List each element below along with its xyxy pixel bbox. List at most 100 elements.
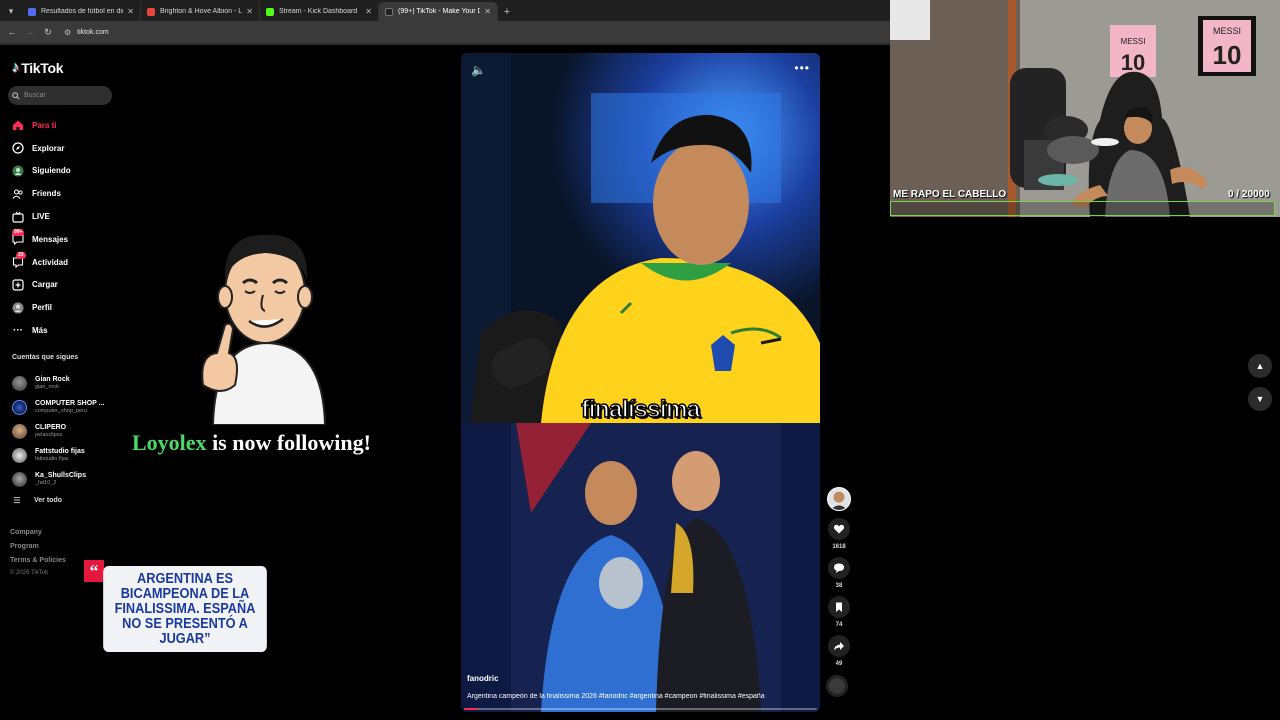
tab-close-icon[interactable]: ✕ <box>484 7 491 16</box>
chevron-down-icon[interactable]: ▼ <box>1248 387 1272 411</box>
volume-icon[interactable]: 🔈 <box>471 63 486 77</box>
nav-item-actividad[interactable]: 33 Actividad <box>12 251 122 274</box>
browser-tab[interactable]: Resultados de fútbol en directo ✕ <box>22 2 141 21</box>
nav-label: LIVE <box>32 212 50 222</box>
forward-icon[interactable]: → <box>22 24 38 40</box>
browser-tab[interactable]: Brighton & Hove Albion - Liverpool ✕ <box>141 2 260 21</box>
avatar <box>12 399 27 415</box>
following-item[interactable]: COMPUTER SHOP ... computer_shop_peru <box>12 395 122 419</box>
nav-item-siguiendo[interactable]: Siguiendo <box>12 160 122 183</box>
footer-link-program[interactable]: Program <box>10 542 66 556</box>
following-name: Ka_ShullsClips <box>35 471 86 479</box>
chevron-up-icon[interactable]: ▲ <box>1248 354 1272 378</box>
share-action[interactable]: 49 <box>826 635 852 667</box>
like-count: 1618 <box>832 544 846 550</box>
following-handle: computer_shop_peru <box>35 407 87 414</box>
video-top-frame <box>461 53 820 423</box>
following-list: Gian Rock gian_rock COMPUTER SHOP ... comp… <box>12 371 122 491</box>
video-progress-bar[interactable] <box>464 708 817 710</box>
creator-avatar[interactable] <box>827 487 851 511</box>
following-item[interactable]: Gian Rock gian_rock <box>12 371 122 395</box>
tab-title: Brighton & Hove Albion - Liverpool <box>160 8 243 15</box>
tab-favicon-icon <box>147 7 155 16</box>
activity-badge: 33 <box>16 251 26 259</box>
music-disc-icon[interactable] <box>826 675 848 697</box>
nav-item-mensajes[interactable]: 99+ Mensajes <box>12 228 122 251</box>
browser-tab-bar: ▾ Resultados de fútbol en directo ✕ Brig… <box>0 0 890 21</box>
search-input[interactable] <box>24 92 104 99</box>
cartoon-mascot-illustration <box>201 234 327 425</box>
tab-favicon-icon <box>385 7 393 16</box>
nav-item-perfil[interactable]: Perfil <box>12 296 122 319</box>
logo-text: TikTok <box>21 59 64 76</box>
following-item[interactable]: Ka_ShullsClips _fat10_2 <box>12 467 122 491</box>
following-item[interactable]: CLIPERO pelaoclipss <box>12 419 122 443</box>
tiktok-logo[interactable]: ♪ TikTok <box>12 59 64 76</box>
following-item[interactable]: Fattstudio fijas fattstudio.fijas <box>12 443 122 467</box>
comment-action[interactable]: 38 <box>826 557 852 589</box>
like-action[interactable]: 1618 <box>826 518 852 550</box>
video-bottom-frame <box>461 423 820 712</box>
video-caption: finalíssima <box>580 395 701 424</box>
svg-text:MESSI: MESSI <box>1121 37 1146 46</box>
compass-icon <box>12 142 24 154</box>
nav-item-live[interactable]: LIVE <box>12 205 122 228</box>
upload-icon <box>12 279 24 291</box>
tab-title: Resultados de fútbol en directo <box>41 8 124 15</box>
save-count: 74 <box>835 622 843 628</box>
back-icon[interactable]: ← <box>4 24 20 40</box>
new-tab-button[interactable]: + <box>498 3 516 21</box>
chrome-divider <box>0 43 890 45</box>
list-icon: ☰ <box>13 495 21 505</box>
heart-icon[interactable] <box>828 518 850 540</box>
avatar <box>12 375 27 391</box>
comment-icon[interactable] <box>828 557 850 579</box>
tab-close-icon[interactable]: ✕ <box>127 7 134 16</box>
copyright: © 2026 TikTok <box>10 570 49 576</box>
profile-icon <box>12 302 24 314</box>
site-info-icon[interactable]: ⚙ <box>64 28 71 37</box>
following-icon <box>12 165 24 177</box>
webcam-feed: MESSI 10 MESSI 10 <box>890 0 1280 217</box>
following-name: COMPUTER SHOP ... <box>35 399 105 407</box>
share-count: 49 <box>835 661 843 667</box>
svg-text:10: 10 <box>1213 40 1242 70</box>
following-name: CLIPERO <box>35 423 67 431</box>
browser-tab-active[interactable]: (99+) TikTok - Make Your Day ✕ <box>379 2 498 21</box>
nav-item-para-ti[interactable]: Para ti <box>12 114 122 137</box>
video-author[interactable]: fanodric <box>467 674 499 683</box>
address-bar: ← → ↻ ⚙ tiktok.com <box>0 21 890 43</box>
nav-item-mas[interactable]: ··· Más <box>12 319 122 342</box>
share-icon[interactable] <box>828 635 850 657</box>
tab-close-icon[interactable]: ✕ <box>365 7 372 16</box>
following-name: Fattstudio fijas <box>35 447 85 455</box>
browser-tab[interactable]: Stream - Kick Dashboard ✕ <box>260 2 379 21</box>
video-progress-fill <box>464 708 479 710</box>
url-text: tiktok.com <box>77 28 109 36</box>
search-box[interactable] <box>8 86 112 105</box>
tab-search-button[interactable]: ▾ <box>2 2 20 20</box>
nav-item-explorar[interactable]: Explorar <box>12 137 122 160</box>
bookmark-icon[interactable] <box>828 596 850 618</box>
save-action[interactable]: 74 <box>826 596 852 628</box>
footer-link-terms[interactable]: Terms & Policies <box>10 556 66 570</box>
tab-close-icon[interactable]: ✕ <box>246 7 253 16</box>
nav-label: Más <box>32 326 48 336</box>
video-actions: 1618 38 74 49 <box>826 487 852 697</box>
goal-label: ME RAPO EL CABELLO <box>893 189 1007 200</box>
following-handle: _fat10_2 <box>35 479 57 486</box>
goal-progress-bar <box>890 201 1275 216</box>
following-handle: fattstudio.fijas <box>35 455 69 462</box>
video-player[interactable]: finalíssima 🔈 ••• fanodric Argentina cam… <box>461 53 820 712</box>
quote-card: ARGENTINA ES BICAMPEONA DE LA FINALISSIM… <box>103 566 267 652</box>
footer-link-company[interactable]: Company <box>10 528 66 542</box>
url-field[interactable]: ⚙ tiktok.com <box>64 24 109 40</box>
see-all-button[interactable]: ☰ Ver todo <box>12 494 62 506</box>
reload-icon[interactable]: ↻ <box>40 24 56 40</box>
more-options-icon[interactable]: ••• <box>794 61 810 75</box>
home-icon <box>12 119 24 131</box>
nav-item-cargar[interactable]: Cargar <box>12 274 122 297</box>
following-handle: pelaoclipss <box>35 431 63 438</box>
nav-item-friends[interactable]: Friends <box>12 182 122 205</box>
nav-label: Mensajes <box>32 234 69 244</box>
